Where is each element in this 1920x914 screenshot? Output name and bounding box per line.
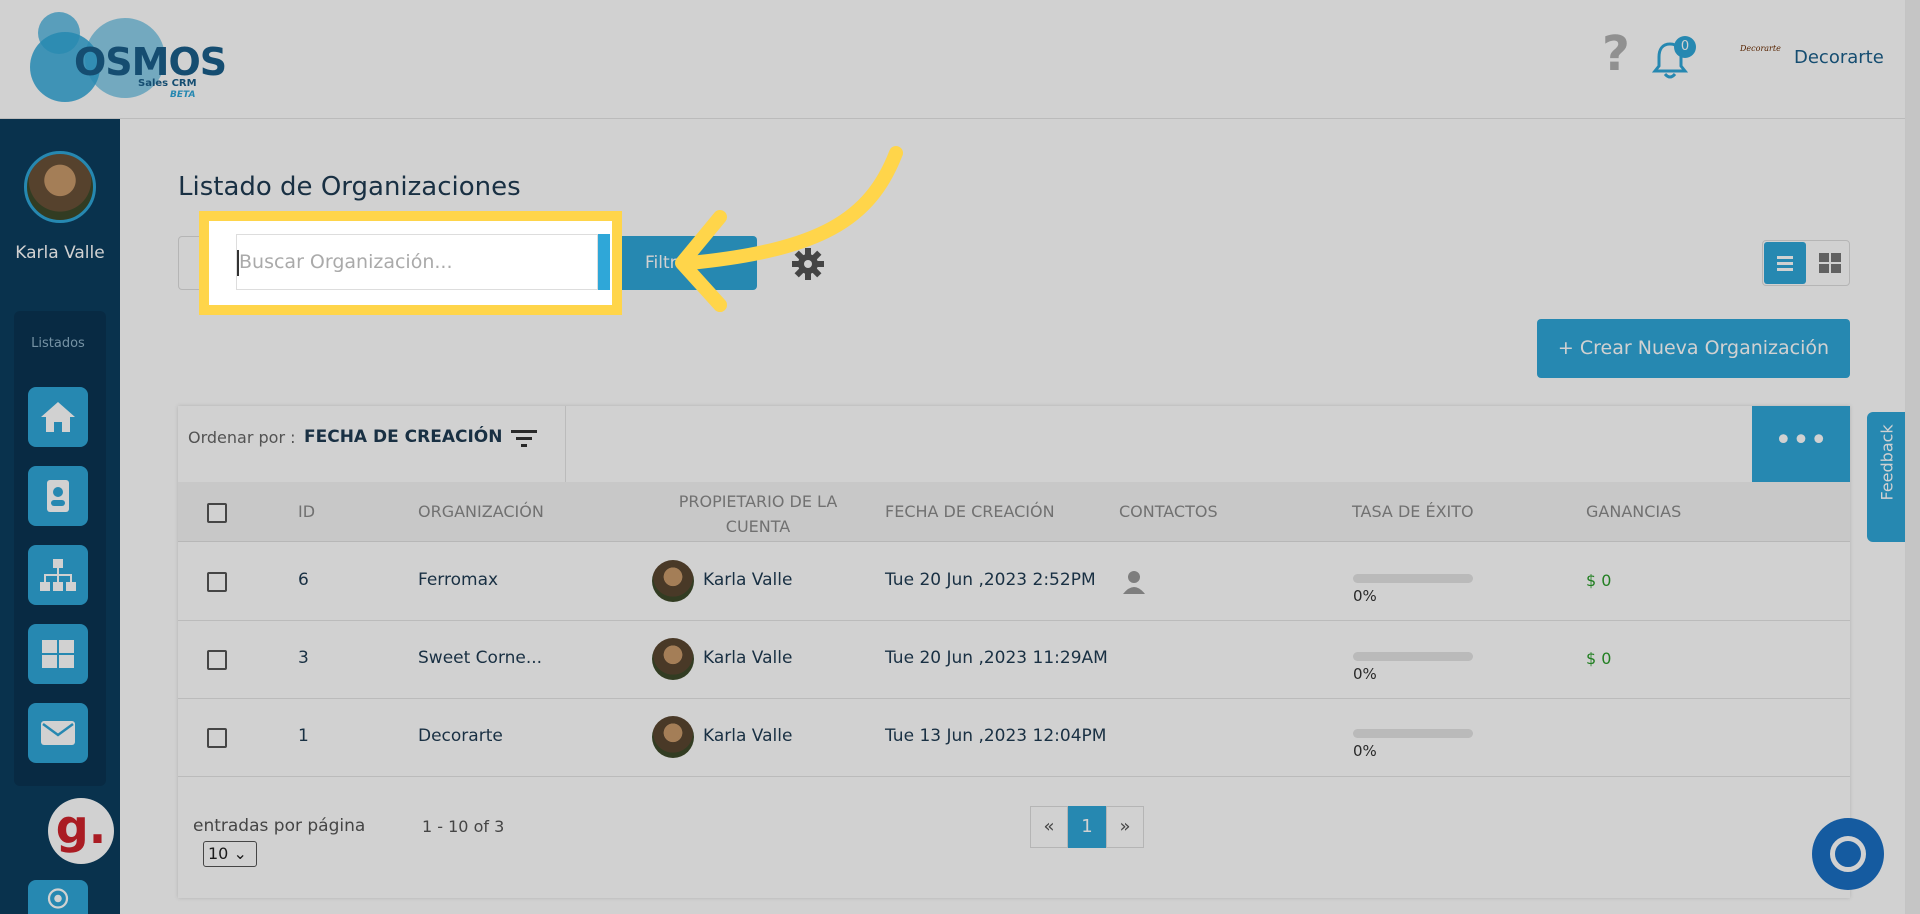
row-created: Tue 20 Jun ,2023 2:52PM [885, 570, 1096, 590]
row-earnings: $ 0 [1586, 571, 1612, 590]
mail-icon [41, 721, 75, 745]
sidebar-item-contacts[interactable] [28, 466, 88, 526]
success-percent: 0% [1353, 742, 1377, 760]
notification-count-badge: 0 [1674, 36, 1696, 58]
success-percent: 0% [1353, 665, 1377, 683]
col-created[interactable]: FECHA DE CREACIÓN [885, 502, 1055, 521]
success-percent: 0% [1353, 587, 1377, 605]
dashboard-icon [42, 640, 74, 668]
chevron-down-icon: ⌄ [233, 844, 247, 863]
sort-value[interactable]: FECHA DE CREACIÓN [304, 427, 502, 447]
per-page-label: entradas por página [193, 816, 366, 836]
sidebar-item-mail[interactable] [28, 703, 88, 763]
sidebar-item-organizations[interactable] [28, 545, 88, 605]
target-icon [47, 888, 69, 909]
success-progress-bar [1353, 729, 1473, 738]
home-icon [41, 402, 75, 432]
company-logo: Decorarte [1740, 44, 1781, 53]
company-name-link[interactable]: Decorarte [1794, 47, 1884, 68]
row-owner: Karla Valle [703, 726, 793, 746]
create-organization-button[interactable]: + Crear Nueva Organización [1537, 319, 1850, 378]
more-options-button[interactable]: ••• [1752, 406, 1850, 482]
row-organization-link[interactable]: Decorarte [418, 726, 503, 746]
sidebar-section-label: Listados [31, 336, 85, 351]
row-created: Tue 20 Jun ,2023 11:29AM [885, 648, 1108, 668]
search-input[interactable] [236, 234, 598, 290]
row-owner: Karla Valle [703, 648, 793, 668]
success-progress-bar [1353, 574, 1473, 583]
grid-view-icon [1819, 253, 1841, 273]
owner-avatar [652, 638, 694, 680]
row-checkbox[interactable] [207, 650, 227, 670]
row-owner: Karla Valle [703, 570, 793, 590]
user-avatar[interactable] [24, 151, 96, 223]
col-owner[interactable]: PROPIETARIO DE LA CUENTA [670, 489, 846, 539]
owner-avatar [652, 716, 694, 758]
grid-view-button[interactable] [1810, 242, 1850, 284]
sort-label: Ordenar por : [188, 428, 296, 447]
row-earnings: $ 0 [1586, 649, 1612, 668]
col-contacts[interactable]: CONTACTOS [1119, 502, 1218, 521]
filter-button-edge [598, 234, 610, 290]
page-title: Listado de Organizaciones [178, 172, 521, 202]
logo-beta-badge: BETA [170, 90, 196, 100]
success-progress-bar [1353, 652, 1473, 661]
help-icon[interactable]: ? [1602, 30, 1630, 78]
sidebar-item-dashboard[interactable] [28, 624, 88, 684]
row-organization-link[interactable]: Ferromax [418, 570, 498, 590]
chat-icon [1830, 836, 1866, 872]
pointer-arrow-icon [675, 146, 903, 312]
owner-avatar [652, 560, 694, 602]
row-id: 1 [298, 726, 309, 746]
osmos-logo[interactable]: OSMOS Sales CRM BETA [30, 10, 227, 110]
user-name: Karla Valle [15, 243, 105, 263]
pagination-prev[interactable]: « [1030, 806, 1068, 848]
per-page-value: 10 [208, 844, 229, 863]
row-id: 3 [298, 648, 309, 668]
organizations-icon [40, 559, 76, 591]
logo-subtitle: Sales CRM [138, 78, 197, 89]
col-id[interactable]: ID [298, 502, 315, 521]
col-earnings[interactable]: GANANCIAS [1586, 502, 1681, 521]
g-badge-icon[interactable]: g. [48, 798, 114, 864]
list-view-button[interactable] [1764, 242, 1806, 284]
row-organization-link[interactable]: Sweet Corne... [418, 648, 542, 668]
top-header: OSMOS Sales CRM BETA ? 0 Decorarte Decor… [0, 0, 1905, 119]
row-created: Tue 13 Jun ,2023 12:04PM [885, 726, 1107, 746]
sidebar-item-target[interactable] [28, 880, 88, 914]
pagination-page-1[interactable]: 1 [1068, 806, 1106, 848]
col-organization[interactable]: ORGANIZACIÓN [418, 502, 544, 521]
sidebar-item-home[interactable] [28, 387, 88, 447]
col-success-rate[interactable]: TASA DE ÉXITO [1352, 502, 1474, 521]
contact-avatar-icon[interactable] [1122, 568, 1146, 594]
sort-filter-icon[interactable] [510, 426, 538, 450]
text-caret [237, 250, 239, 276]
pagination-range: 1 - 10 of 3 [422, 817, 505, 836]
pagination-next[interactable]: » [1106, 806, 1144, 848]
page-scrollbar[interactable] [1905, 0, 1920, 914]
list-view-icon [1777, 256, 1793, 271]
row-checkbox[interactable] [207, 728, 227, 748]
select-all-checkbox[interactable] [207, 503, 227, 523]
per-page-select[interactable]: 10 ⌄ [203, 841, 257, 867]
row-checkbox[interactable] [207, 572, 227, 592]
feedback-label: Feedback [1877, 424, 1897, 501]
contacts-icon [47, 480, 69, 512]
row-id: 6 [298, 570, 309, 590]
